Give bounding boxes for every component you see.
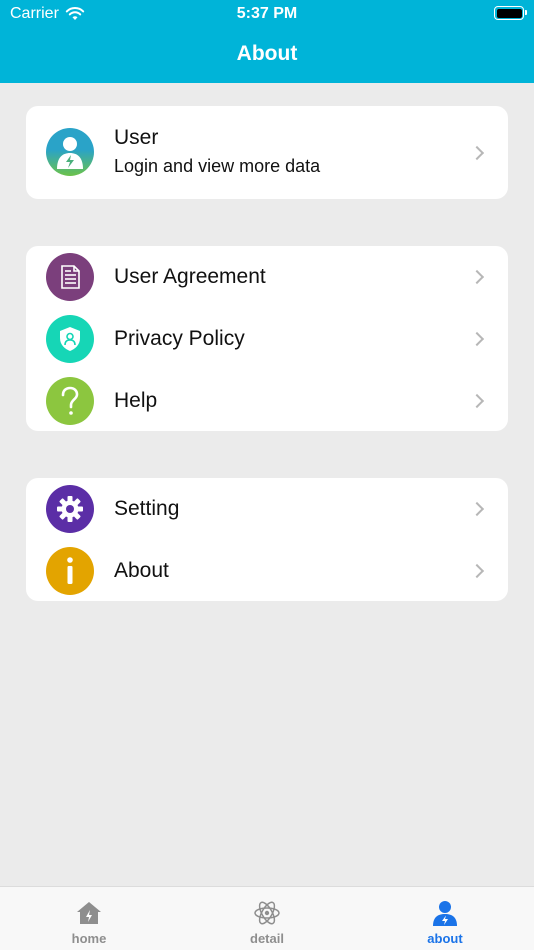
shield-user-icon: [46, 315, 94, 363]
atom-icon: [253, 899, 281, 927]
battery-icon: [494, 6, 527, 20]
user-name: User: [114, 126, 159, 149]
settings-menu-card: Setting About: [26, 478, 508, 601]
tab-label: detail: [250, 931, 284, 946]
user-row[interactable]: User Login and view more data: [26, 106, 508, 199]
menu-item-setting[interactable]: Setting: [26, 478, 508, 540]
question-icon: [46, 377, 94, 425]
chevron-right-icon: [469, 145, 485, 160]
chevron-right-icon: [469, 501, 485, 517]
chevron-right-icon: [469, 393, 485, 409]
menu-item-label: Privacy Policy: [114, 327, 245, 350]
tab-label: about: [427, 931, 463, 946]
menu-item-about[interactable]: About: [26, 540, 508, 602]
menu-item-label: Setting: [114, 497, 180, 520]
menu-item-label: About: [114, 559, 169, 582]
menu-item-user-agreement[interactable]: User Agreement: [26, 246, 508, 308]
page-title: About: [236, 42, 298, 65]
gear-icon: [46, 485, 94, 533]
home-icon: [75, 899, 103, 927]
clock: 5:37 PM: [236, 5, 298, 22]
info-menu-card: User Agreement Privacy Policy Help: [26, 246, 508, 431]
menu-item-privacy-policy[interactable]: Privacy Policy: [26, 308, 508, 370]
status-bar: Carrier 5:37 PM: [0, 0, 534, 30]
chevron-right-icon: [469, 563, 485, 579]
person-icon: [431, 899, 459, 927]
user-card[interactable]: User Login and view more data: [26, 106, 508, 199]
tab-about[interactable]: about: [356, 887, 534, 950]
menu-item-label: User Agreement: [114, 265, 266, 288]
tab-home[interactable]: home: [0, 887, 178, 950]
tab-detail[interactable]: detail: [178, 887, 356, 950]
tab-label: home: [71, 931, 107, 946]
header-bar: Carrier 5:37 PM About: [0, 0, 534, 83]
menu-item-help[interactable]: Help: [26, 370, 508, 432]
info-icon: [46, 547, 94, 595]
user-subtitle: Login and view more data: [114, 156, 321, 176]
chevron-right-icon: [469, 269, 485, 285]
tab-bar: home detail about: [0, 886, 534, 950]
document-icon: [46, 253, 94, 301]
user-avatar-icon: [46, 128, 94, 176]
chevron-right-icon: [469, 331, 485, 347]
menu-item-label: Help: [114, 389, 158, 412]
